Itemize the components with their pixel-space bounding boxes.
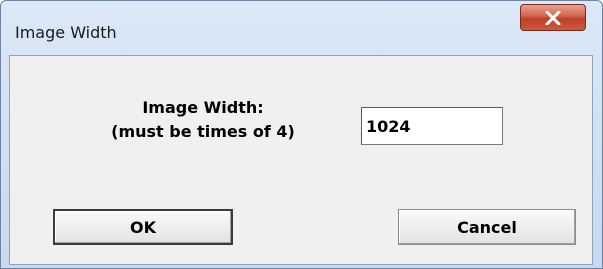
close-icon bbox=[545, 11, 561, 25]
dialog-window: Image Width Image Width: (must be times … bbox=[0, 0, 603, 269]
title-bar[interactable]: Image Width bbox=[1, 1, 602, 55]
window-title: Image Width bbox=[15, 23, 117, 42]
prompt-label: Image Width: (must be times of 4) bbox=[68, 96, 338, 144]
dialog-body: Image Width: (must be times of 4) OK Can… bbox=[9, 55, 593, 265]
ok-button[interactable]: OK bbox=[53, 209, 233, 245]
cancel-button[interactable]: Cancel bbox=[398, 209, 576, 245]
prompt-line-1: Image Width: bbox=[142, 98, 264, 117]
prompt-line-2: (must be times of 4) bbox=[111, 122, 295, 141]
image-width-input[interactable] bbox=[361, 107, 503, 145]
close-button[interactable] bbox=[520, 4, 586, 31]
